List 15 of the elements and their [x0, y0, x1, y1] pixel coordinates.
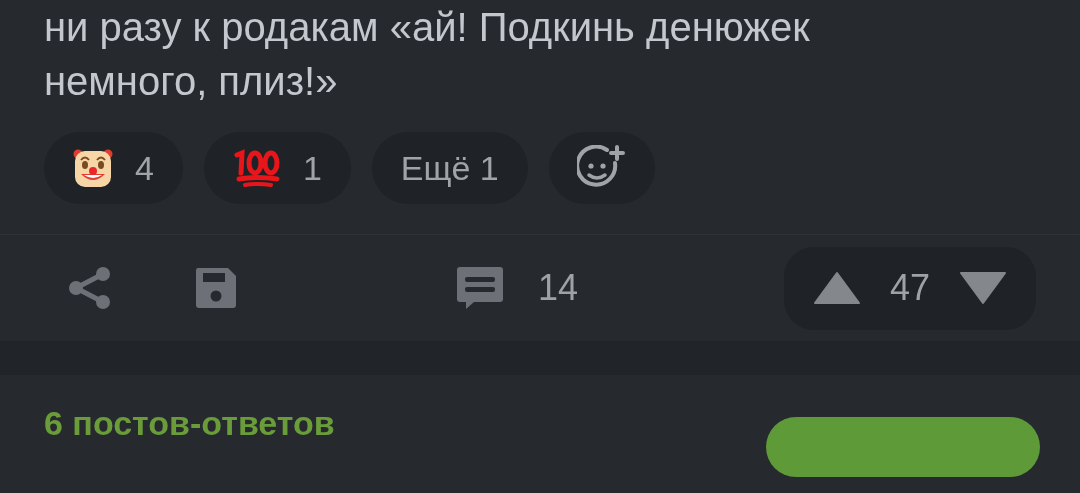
action-button[interactable] [766, 417, 1040, 477]
downvote-icon[interactable] [960, 271, 1006, 305]
comments-button[interactable]: 14 [456, 265, 579, 311]
hundred-icon [232, 149, 281, 187]
share-icon[interactable] [68, 266, 112, 310]
upvote-icon[interactable] [813, 271, 860, 305]
more-reactions-button[interactable]: Ещё 1 [371, 132, 528, 204]
comment-icon [456, 265, 504, 311]
post-text: ни разу к родакам «ай! Подкинь денюжек немного, плиз!» [44, 4, 811, 105]
reaction-button[interactable]: 4 [44, 132, 183, 204]
replies-title[interactable]: 6 постов-ответов [44, 403, 335, 443]
reaction-button[interactable]: 1 [203, 132, 351, 204]
clown-icon [73, 148, 113, 188]
save-icon[interactable] [194, 266, 238, 310]
score: 47 [889, 267, 930, 309]
